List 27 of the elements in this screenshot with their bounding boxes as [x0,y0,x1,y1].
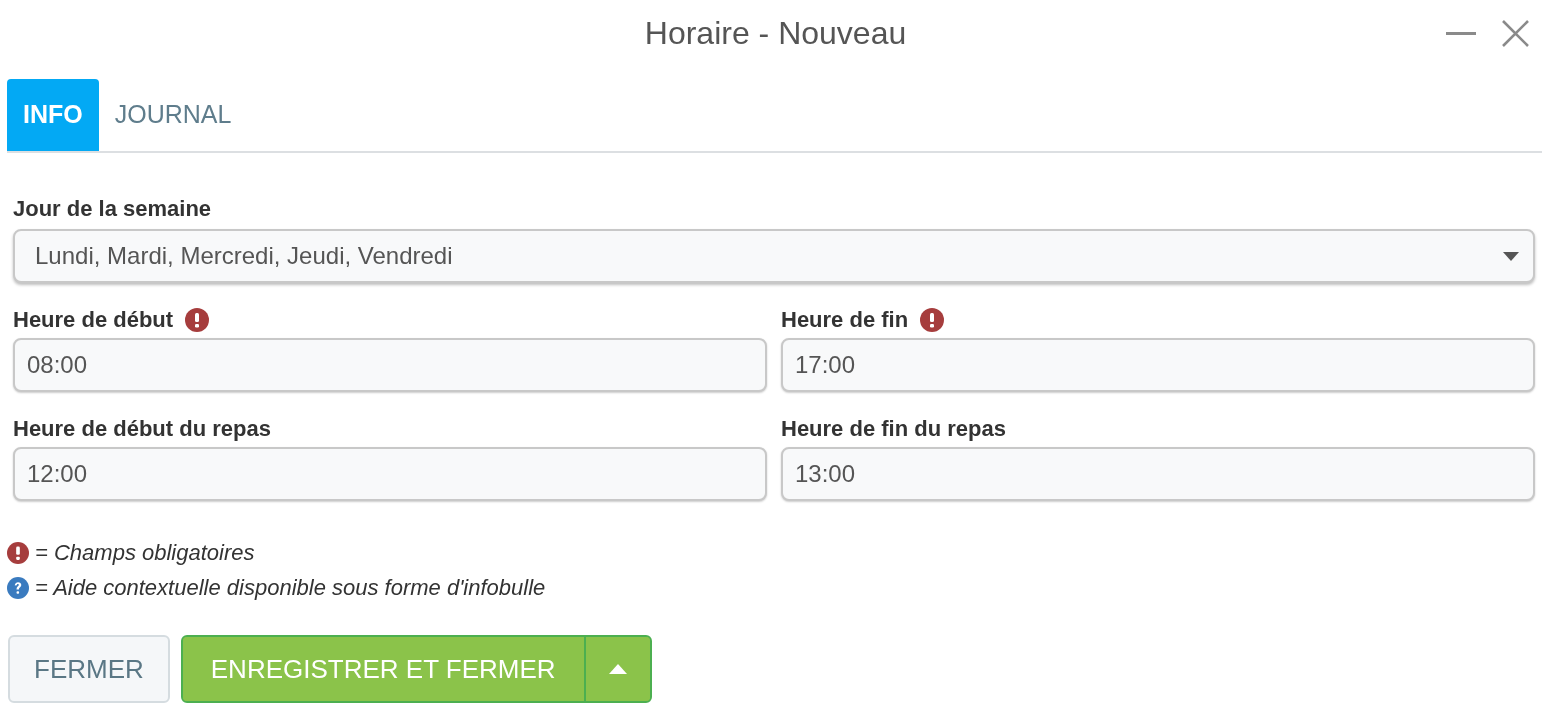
window-title: Horaire - Nouveau [644,17,907,49]
input-value: 17:00 [795,350,856,380]
input-value: 08:00 [27,350,88,380]
help-icon [7,576,29,599]
caret-up-icon [608,664,627,674]
time-input[interactable]: 12:00 [13,447,767,501]
caret-icon [1503,251,1519,261]
close-button[interactable]: FERMER [8,635,170,703]
time-input[interactable]: 13:00 [781,447,1535,501]
legend-text: = Champs obligatoires [35,539,255,567]
menu-toggle-button[interactable] [583,637,650,701]
field-label: Heure de début du repas [13,415,271,443]
field-label: Jour de la semaine [13,195,213,223]
select-value: Lundi, Mardi, Mercredi, Jeudi, Vendredi [35,241,453,271]
tab[interactable]: JOURNAL [98,79,248,151]
field-label: Heure de fin [781,306,909,334]
time-input[interactable]: 17:00 [781,338,1535,392]
weekday-select[interactable]: Lundi, Mardi, Mercredi, Jeudi, Vendredi [13,229,1535,283]
close-icon[interactable] [1502,19,1529,47]
legend-text: = Aide contextuelle disponible sous forme d'infobulle [35,574,546,602]
field-label: Heure de début [13,306,174,334]
input-value: 12:00 [27,459,88,489]
minimize-icon[interactable] [1446,31,1476,35]
time-input[interactable]: 08:00 [13,338,767,392]
required-icon [7,541,29,564]
field-label: Heure de fin du repas [781,415,1006,443]
input-value: 13:00 [795,459,856,489]
